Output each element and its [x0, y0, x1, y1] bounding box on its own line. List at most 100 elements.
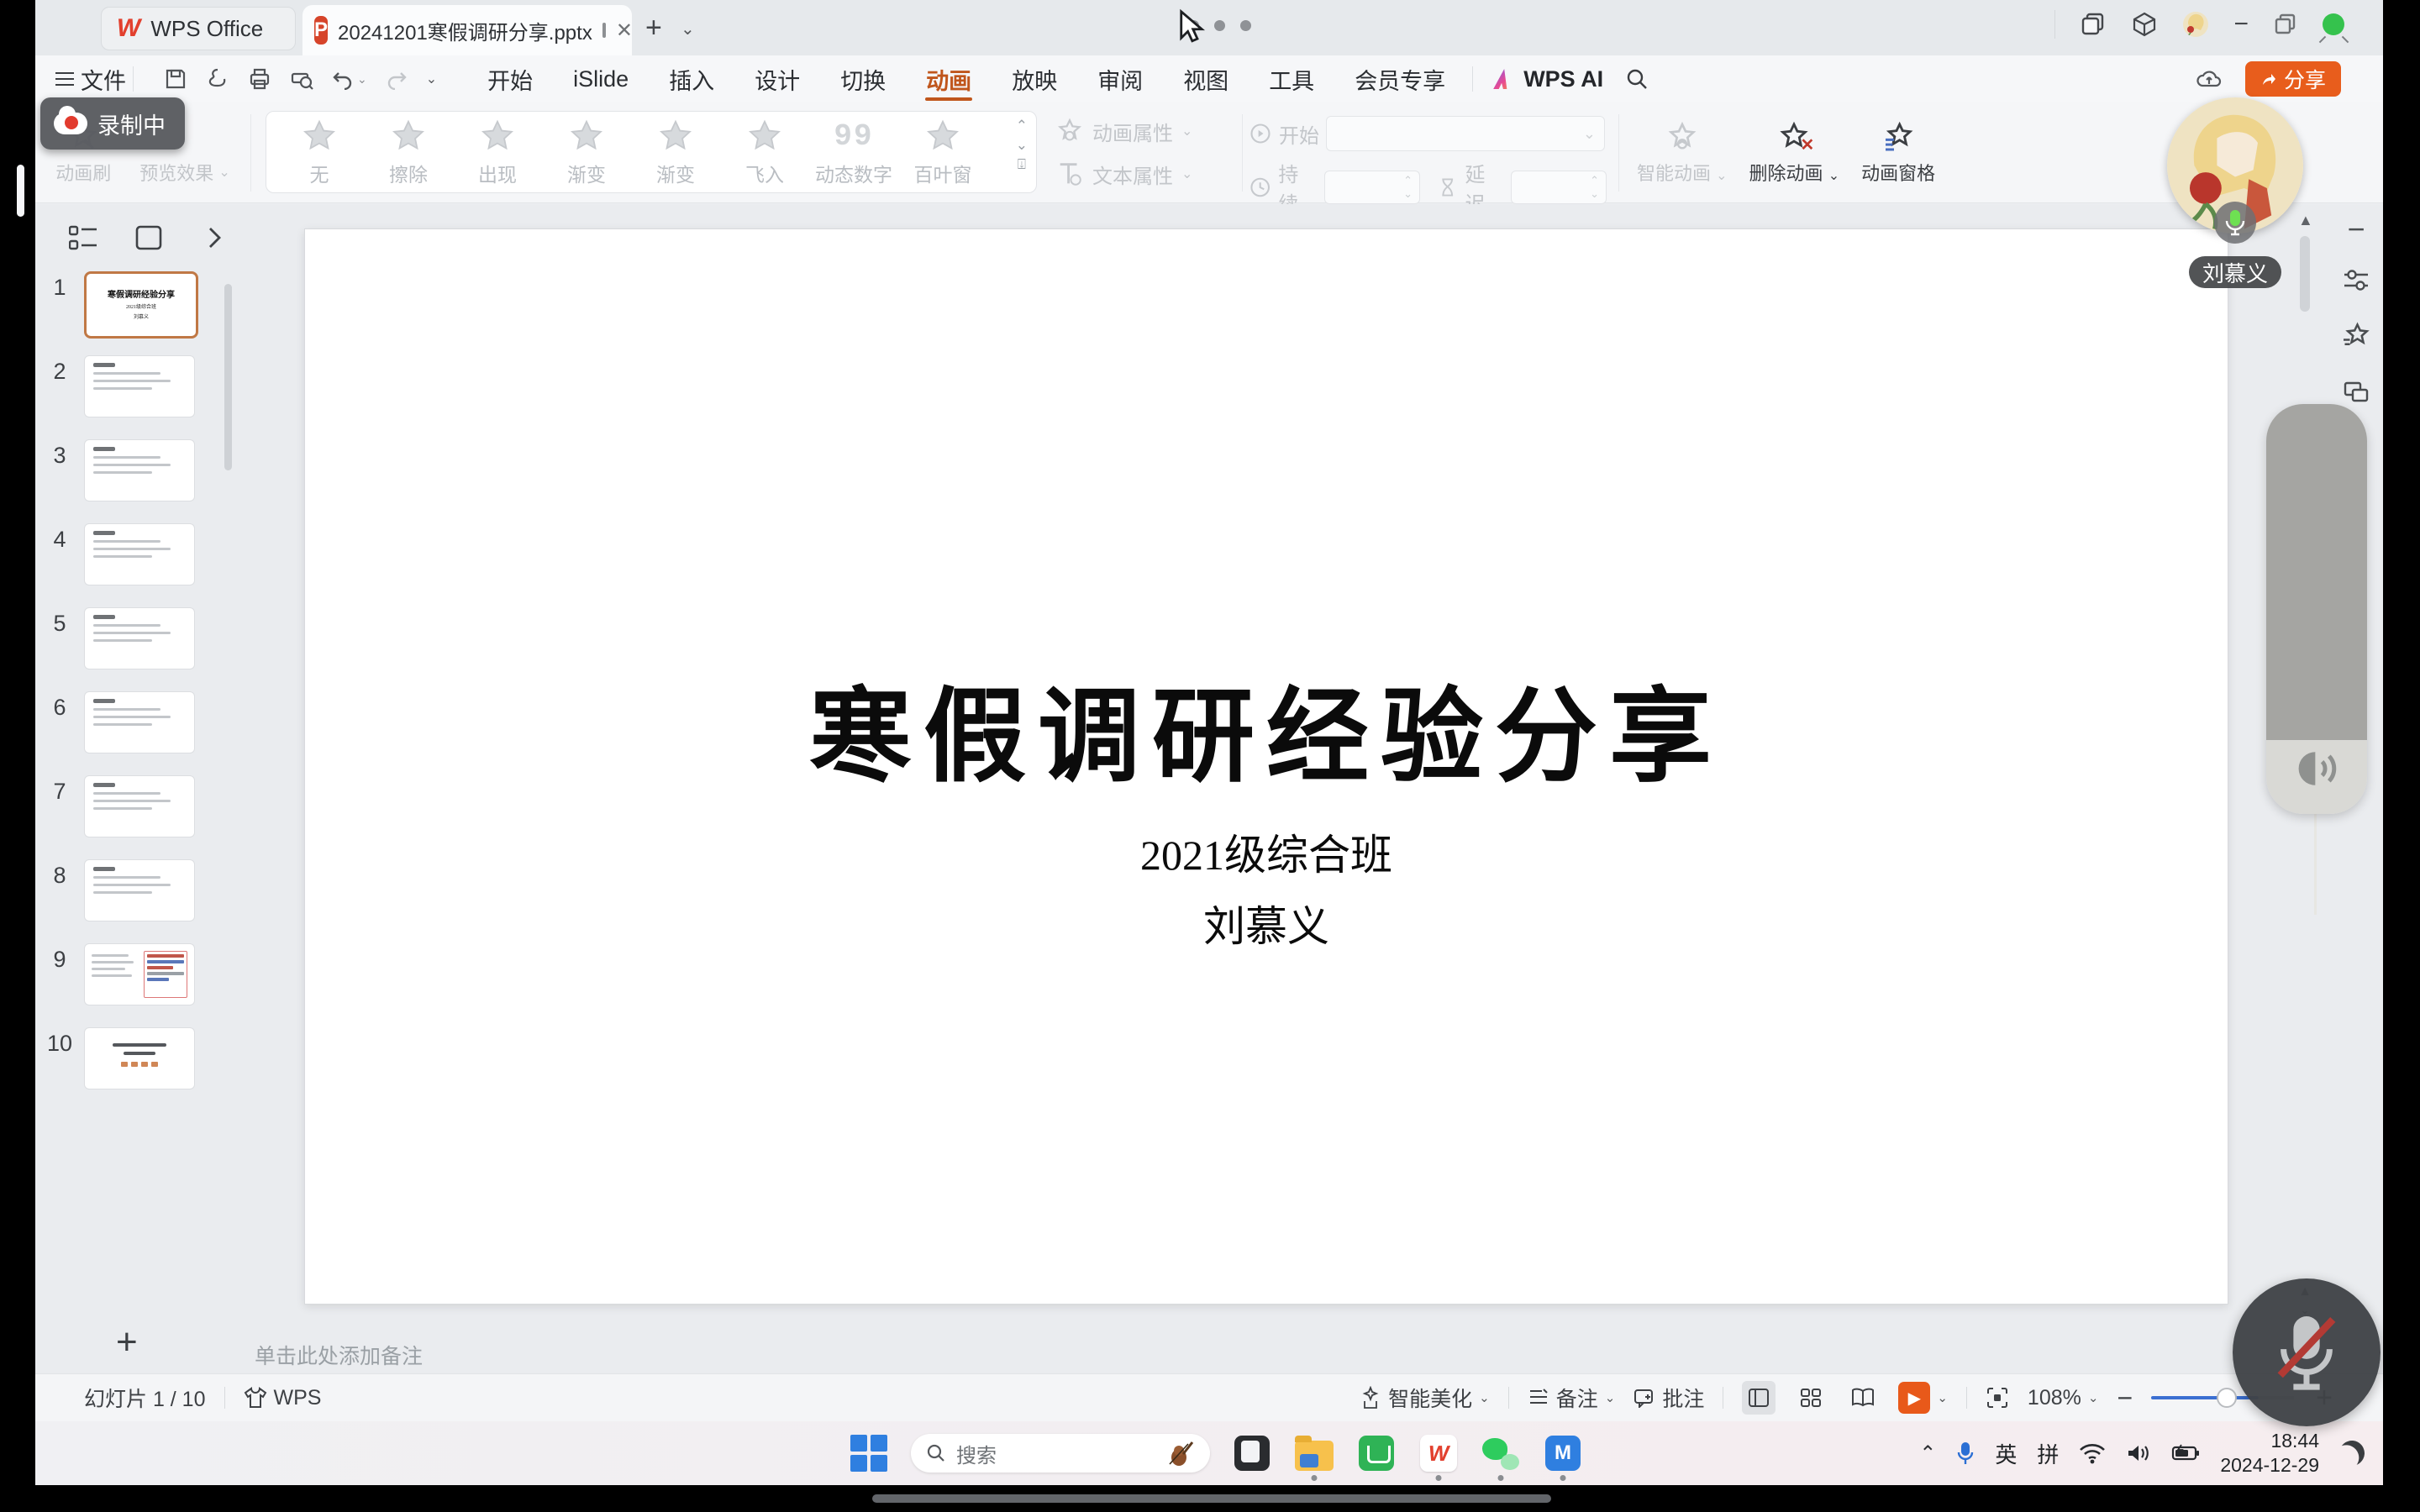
- slide-subtitle-class[interactable]: 2021级综合班: [305, 822, 2228, 882]
- file-explorer-icon[interactable]: [1294, 1433, 1334, 1473]
- undo-icon[interactable]: [332, 68, 354, 90]
- text-properties-button[interactable]: 文本属性⌄: [1055, 160, 1223, 189]
- wps-ai-button[interactable]: WPS AI: [1480, 66, 1617, 92]
- file-menu[interactable]: 文件: [55, 63, 126, 96]
- wechat-app-icon[interactable]: [1481, 1433, 1521, 1473]
- slide-thumbnail-6[interactable]: 6: [35, 691, 229, 753]
- edge-handle[interactable]: [17, 165, 24, 217]
- cube-icon[interactable]: [2131, 11, 2158, 38]
- wps-app-icon[interactable]: W: [1418, 1433, 1459, 1473]
- animation-effect-无[interactable]: 无: [275, 117, 364, 187]
- print-preview-icon[interactable]: [290, 67, 313, 91]
- slide-thumbnail-8[interactable]: 8: [35, 859, 229, 921]
- volume-overlay-track[interactable]: [2266, 404, 2367, 740]
- slide-thumbnail-9[interactable]: 9: [35, 943, 229, 1005]
- menu-tab-放映[interactable]: 放映: [992, 55, 1077, 102]
- menu-tab-审阅[interactable]: 审阅: [1077, 55, 1163, 102]
- tray-mic-icon[interactable]: [1956, 1441, 1975, 1466]
- wifi-icon[interactable]: [2079, 1442, 2106, 1464]
- slide-thumbnail-preview[interactable]: [84, 943, 195, 1005]
- notes-button[interactable]: 备注⌄: [1528, 1383, 1616, 1413]
- delay-input[interactable]: ⌃⌄: [1511, 171, 1607, 204]
- add-slide-button[interactable]: +: [116, 1321, 138, 1363]
- wps-skin-button[interactable]: WPS: [244, 1386, 322, 1410]
- slide-thumbnail-2[interactable]: 2: [35, 355, 229, 417]
- close-button[interactable]: [2323, 13, 2344, 35]
- document-tab[interactable]: P 20241201寒假调研分享.pptx ✕: [302, 5, 632, 55]
- export-icon[interactable]: [206, 67, 229, 91]
- animation-pane-button[interactable]: 动画窗格: [1861, 120, 1935, 186]
- animation-effect-动态数字[interactable]: 99动态数字: [809, 117, 898, 187]
- zoom-slider-thumb[interactable]: [2217, 1388, 2237, 1408]
- menu-tab-设计[interactable]: 设计: [734, 55, 820, 102]
- tray-expand-icon[interactable]: ⌃: [1919, 1441, 1936, 1466]
- volume-overlay-panel[interactable]: [2266, 404, 2367, 814]
- normal-view-button[interactable]: [1742, 1381, 1776, 1415]
- menu-tab-视图[interactable]: 视图: [1163, 55, 1249, 102]
- slide-title[interactable]: 寒假调研经验分享: [305, 654, 2228, 802]
- camera-mic-active-icon[interactable]: [2214, 202, 2256, 244]
- menu-tab-动画[interactable]: 动画: [906, 55, 992, 102]
- tab-preview-icon[interactable]: [602, 23, 606, 38]
- slide-thumbnail-preview[interactable]: [84, 607, 195, 669]
- side-effects-icon[interactable]: [2341, 321, 2371, 351]
- taskbar-search[interactable]: 搜索: [911, 1434, 1210, 1473]
- tray-clock[interactable]: 18:44 2024-12-29: [2220, 1429, 2319, 1478]
- volume-icon[interactable]: [2126, 1442, 2151, 1464]
- main-scrollbar-thumb[interactable]: [2300, 236, 2310, 312]
- duration-input[interactable]: ⌃⌄: [1324, 171, 1420, 204]
- side-minimize-icon[interactable]: −: [2347, 220, 2365, 239]
- gallery-down-icon[interactable]: ⌄: [1016, 138, 1028, 152]
- panel-scrollbar-thumb[interactable]: [224, 284, 232, 470]
- zoom-out-button[interactable]: −: [2117, 1383, 2133, 1414]
- outline-view-icon[interactable]: [69, 225, 97, 250]
- meeting-app-icon[interactable]: M: [1543, 1433, 1583, 1473]
- slide-sorter-view-button[interactable]: [1794, 1381, 1828, 1415]
- taskview-app-icon[interactable]: [1232, 1433, 1272, 1473]
- slide-canvas[interactable]: 寒假调研经验分享 2021级综合班 刘慕义: [304, 228, 2228, 1305]
- thumbnail-view-icon[interactable]: [134, 225, 163, 250]
- notes-placeholder[interactable]: 单击此处添加备注: [255, 1340, 423, 1370]
- slide-thumbnail-preview[interactable]: [84, 1027, 195, 1089]
- slide-thumbnail-preview[interactable]: [84, 691, 195, 753]
- slide-thumbnail-preview[interactable]: [84, 355, 195, 417]
- panel-expand-icon[interactable]: [200, 225, 229, 250]
- gallery-expand-icon[interactable]: ⍗: [1018, 157, 1026, 171]
- redo-icon[interactable]: [386, 68, 408, 90]
- search-icon[interactable]: [1625, 67, 1649, 91]
- undo-dropdown-icon[interactable]: ⌄: [357, 72, 367, 87]
- restore-button[interactable]: [2274, 13, 2297, 36]
- smart-beautify-button[interactable]: 智能美化⌄: [1360, 1383, 1490, 1413]
- animation-effect-渐变[interactable]: 渐变: [542, 117, 631, 187]
- slide-thumbnail-preview[interactable]: 寒假调研经验分享2021级综合班刘慕义: [84, 271, 198, 339]
- animation-effect-渐变[interactable]: 渐变: [631, 117, 720, 187]
- close-tab-icon[interactable]: ✕: [616, 18, 633, 43]
- play-slideshow-button[interactable]: ▶⌄: [1898, 1382, 1948, 1414]
- slide-thumbnail-5[interactable]: 5: [35, 607, 229, 669]
- wps-home-tab[interactable]: W WPS Office: [101, 7, 296, 50]
- slide-thumbnail-preview[interactable]: [84, 775, 195, 837]
- scroll-up-icon[interactable]: ▲: [2298, 213, 2312, 228]
- menu-tab-工具[interactable]: 工具: [1249, 55, 1334, 102]
- gallery-up-icon[interactable]: ⌃: [1016, 118, 1028, 133]
- animation-effect-飞入[interactable]: 飞入: [720, 117, 809, 187]
- start-dropdown[interactable]: ⌄: [1326, 116, 1605, 151]
- new-tab-button[interactable]: +: [645, 12, 662, 45]
- tab-list-dropdown-icon[interactable]: ⌄: [681, 18, 695, 39]
- panel-scrollbar[interactable]: [224, 271, 232, 1347]
- menu-tab-切换[interactable]: 切换: [820, 55, 906, 102]
- battery-icon[interactable]: [2171, 1443, 2200, 1463]
- save-icon[interactable]: [164, 67, 187, 91]
- start-button[interactable]: [849, 1433, 889, 1473]
- animation-effect-擦除[interactable]: 擦除: [364, 117, 453, 187]
- share-button[interactable]: 分享: [2245, 61, 2341, 97]
- ime-mode[interactable]: 拼: [2037, 1438, 2059, 1469]
- zoom-level[interactable]: 108%⌄: [2028, 1386, 2099, 1410]
- user-avatar[interactable]: [2183, 12, 2208, 37]
- cloud-sync-icon[interactable]: [2195, 67, 2223, 91]
- slide-thumbnail-preview[interactable]: [84, 859, 195, 921]
- recording-badge[interactable]: 录制中: [40, 97, 185, 150]
- fit-window-icon[interactable]: [1986, 1386, 2009, 1410]
- slide-thumbnail-10[interactable]: 10: [35, 1027, 229, 1089]
- delete-animation-button[interactable]: ✕ 删除动画 ⌄: [1749, 120, 1840, 186]
